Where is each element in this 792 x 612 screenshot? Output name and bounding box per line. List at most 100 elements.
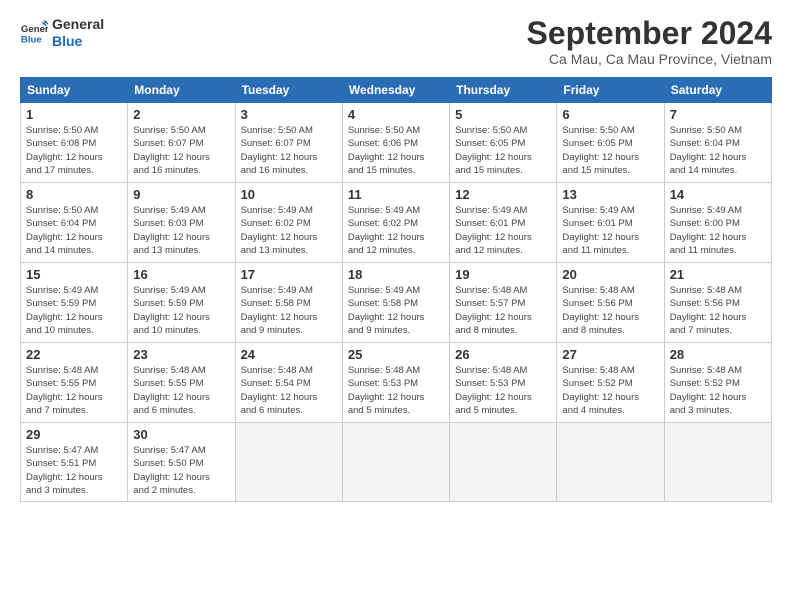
day-number: 19 bbox=[455, 267, 551, 282]
day-number: 10 bbox=[241, 187, 337, 202]
table-row: 8 Sunrise: 5:50 AM Sunset: 6:04 PM Daylig… bbox=[21, 183, 128, 263]
day-info: Sunrise: 5:49 AM Sunset: 6:03 PM Dayligh… bbox=[133, 204, 229, 257]
day-info: Sunrise: 5:50 AM Sunset: 6:04 PM Dayligh… bbox=[670, 124, 766, 177]
day-info: Sunrise: 5:50 AM Sunset: 6:07 PM Dayligh… bbox=[133, 124, 229, 177]
table-row: 24 Sunrise: 5:48 AM Sunset: 5:54 PM Dayli… bbox=[235, 343, 342, 423]
table-row: 28 Sunrise: 5:48 AM Sunset: 5:52 PM Dayli… bbox=[664, 343, 771, 423]
header: General Blue General Blue September 2024… bbox=[20, 16, 772, 67]
table-row: 3Sunrise: 5:50 AM Sunset: 6:07 PM Daylig… bbox=[235, 103, 342, 183]
table-row: 30 Sunrise: 5:47 AM Sunset: 5:50 PM Dayli… bbox=[128, 423, 235, 502]
table-row bbox=[235, 423, 342, 502]
table-row: 20Sunrise: 5:48 AM Sunset: 5:56 PM Dayli… bbox=[557, 263, 664, 343]
header-tuesday: Tuesday bbox=[235, 78, 342, 103]
day-number: 22 bbox=[26, 347, 122, 362]
day-info: Sunrise: 5:50 AM Sunset: 6:06 PM Dayligh… bbox=[348, 124, 444, 177]
table-row: 21 Sunrise: 5:48 AM Sunset: 5:56 PM Dayli… bbox=[664, 263, 771, 343]
day-number: 7 bbox=[670, 107, 766, 122]
page: General Blue General Blue September 2024… bbox=[0, 0, 792, 612]
day-info: Sunrise: 5:50 AM Sunset: 6:05 PM Dayligh… bbox=[562, 124, 658, 177]
day-info: Sunrise: 5:49 AM Sunset: 6:02 PM Dayligh… bbox=[241, 204, 337, 257]
table-row bbox=[664, 423, 771, 502]
logo-icon: General Blue bbox=[20, 19, 48, 47]
day-number: 1 bbox=[26, 107, 122, 122]
weekday-header-row: Sunday Monday Tuesday Wednesday Thursday… bbox=[21, 78, 772, 103]
header-monday: Monday bbox=[128, 78, 235, 103]
month-title: September 2024 bbox=[527, 16, 772, 51]
table-row: 25Sunrise: 5:48 AM Sunset: 5:53 PM Dayli… bbox=[342, 343, 449, 423]
day-number: 17 bbox=[241, 267, 337, 282]
table-row: 1 Sunrise: 5:50 AM Sunset: 6:08 PM Daylig… bbox=[21, 103, 128, 183]
svg-text:General: General bbox=[21, 24, 48, 35]
day-number: 25 bbox=[348, 347, 444, 362]
table-row: 16 Sunrise: 5:49 AM Sunset: 5:59 PM Dayli… bbox=[128, 263, 235, 343]
day-number: 11 bbox=[348, 187, 444, 202]
table-row bbox=[450, 423, 557, 502]
svg-text:Blue: Blue bbox=[21, 34, 42, 45]
day-number: 13 bbox=[562, 187, 658, 202]
day-info: Sunrise: 5:48 AM Sunset: 5:52 PM Dayligh… bbox=[670, 364, 766, 417]
table-row: 18Sunrise: 5:49 AM Sunset: 5:58 PM Dayli… bbox=[342, 263, 449, 343]
day-number: 30 bbox=[133, 427, 229, 442]
table-row: 6 Sunrise: 5:50 AM Sunset: 6:05 PM Daylig… bbox=[557, 103, 664, 183]
table-row: 9Sunrise: 5:49 AM Sunset: 6:03 PM Daylig… bbox=[128, 183, 235, 263]
day-info: Sunrise: 5:50 AM Sunset: 6:08 PM Dayligh… bbox=[26, 124, 122, 177]
day-number: 8 bbox=[26, 187, 122, 202]
day-info: Sunrise: 5:48 AM Sunset: 5:55 PM Dayligh… bbox=[133, 364, 229, 417]
table-row: 26Sunrise: 5:48 AM Sunset: 5:53 PM Dayli… bbox=[450, 343, 557, 423]
day-info: Sunrise: 5:48 AM Sunset: 5:53 PM Dayligh… bbox=[455, 364, 551, 417]
day-info: Sunrise: 5:49 AM Sunset: 5:59 PM Dayligh… bbox=[26, 284, 122, 337]
day-info: Sunrise: 5:47 AM Sunset: 5:50 PM Dayligh… bbox=[133, 444, 229, 497]
header-sunday: Sunday bbox=[21, 78, 128, 103]
day-number: 15 bbox=[26, 267, 122, 282]
table-row bbox=[557, 423, 664, 502]
table-row: 14 Sunrise: 5:49 AM Sunset: 6:00 PM Dayli… bbox=[664, 183, 771, 263]
day-info: Sunrise: 5:49 AM Sunset: 5:58 PM Dayligh… bbox=[241, 284, 337, 337]
day-info: Sunrise: 5:47 AM Sunset: 5:51 PM Dayligh… bbox=[26, 444, 122, 497]
day-number: 29 bbox=[26, 427, 122, 442]
table-row: 11 Sunrise: 5:49 AM Sunset: 6:02 PM Dayli… bbox=[342, 183, 449, 263]
header-thursday: Thursday bbox=[450, 78, 557, 103]
table-row: 27Sunrise: 5:48 AM Sunset: 5:52 PM Dayli… bbox=[557, 343, 664, 423]
day-info: Sunrise: 5:48 AM Sunset: 5:55 PM Dayligh… bbox=[26, 364, 122, 417]
table-row: 19Sunrise: 5:48 AM Sunset: 5:57 PM Dayli… bbox=[450, 263, 557, 343]
table-row: 17 Sunrise: 5:49 AM Sunset: 5:58 PM Dayli… bbox=[235, 263, 342, 343]
day-info: Sunrise: 5:49 AM Sunset: 6:01 PM Dayligh… bbox=[562, 204, 658, 257]
day-number: 3 bbox=[241, 107, 337, 122]
table-row: 7 Sunrise: 5:50 AM Sunset: 6:04 PM Daylig… bbox=[664, 103, 771, 183]
table-row: 4 Sunrise: 5:50 AM Sunset: 6:06 PM Daylig… bbox=[342, 103, 449, 183]
table-row: 23 Sunrise: 5:48 AM Sunset: 5:55 PM Dayli… bbox=[128, 343, 235, 423]
day-number: 4 bbox=[348, 107, 444, 122]
day-info: Sunrise: 5:49 AM Sunset: 5:58 PM Dayligh… bbox=[348, 284, 444, 337]
day-info: Sunrise: 5:49 AM Sunset: 6:02 PM Dayligh… bbox=[348, 204, 444, 257]
table-row: 15 Sunrise: 5:49 AM Sunset: 5:59 PM Dayli… bbox=[21, 263, 128, 343]
title-block: September 2024 Ca Mau, Ca Mau Province, … bbox=[527, 16, 772, 67]
day-number: 28 bbox=[670, 347, 766, 362]
day-number: 12 bbox=[455, 187, 551, 202]
day-number: 21 bbox=[670, 267, 766, 282]
day-number: 6 bbox=[562, 107, 658, 122]
day-info: Sunrise: 5:48 AM Sunset: 5:56 PM Dayligh… bbox=[670, 284, 766, 337]
location-subtitle: Ca Mau, Ca Mau Province, Vietnam bbox=[527, 51, 772, 67]
day-number: 20 bbox=[562, 267, 658, 282]
day-number: 23 bbox=[133, 347, 229, 362]
table-row: 12Sunrise: 5:49 AM Sunset: 6:01 PM Dayli… bbox=[450, 183, 557, 263]
day-info: Sunrise: 5:49 AM Sunset: 5:59 PM Dayligh… bbox=[133, 284, 229, 337]
day-number: 14 bbox=[670, 187, 766, 202]
logo-general: General bbox=[52, 16, 104, 33]
day-info: Sunrise: 5:48 AM Sunset: 5:54 PM Dayligh… bbox=[241, 364, 337, 417]
day-number: 24 bbox=[241, 347, 337, 362]
day-info: Sunrise: 5:49 AM Sunset: 6:00 PM Dayligh… bbox=[670, 204, 766, 257]
table-row: 2Sunrise: 5:50 AM Sunset: 6:07 PM Daylig… bbox=[128, 103, 235, 183]
day-info: Sunrise: 5:50 AM Sunset: 6:05 PM Dayligh… bbox=[455, 124, 551, 177]
day-number: 16 bbox=[133, 267, 229, 282]
table-row: 13 Sunrise: 5:49 AM Sunset: 6:01 PM Dayli… bbox=[557, 183, 664, 263]
table-row: 10 Sunrise: 5:49 AM Sunset: 6:02 PM Dayli… bbox=[235, 183, 342, 263]
table-row: 22 Sunrise: 5:48 AM Sunset: 5:55 PM Dayli… bbox=[21, 343, 128, 423]
header-wednesday: Wednesday bbox=[342, 78, 449, 103]
header-saturday: Saturday bbox=[664, 78, 771, 103]
logo-blue: Blue bbox=[52, 33, 104, 50]
day-info: Sunrise: 5:50 AM Sunset: 6:04 PM Dayligh… bbox=[26, 204, 122, 257]
logo: General Blue General Blue bbox=[20, 16, 104, 50]
day-info: Sunrise: 5:48 AM Sunset: 5:52 PM Dayligh… bbox=[562, 364, 658, 417]
day-number: 5 bbox=[455, 107, 551, 122]
